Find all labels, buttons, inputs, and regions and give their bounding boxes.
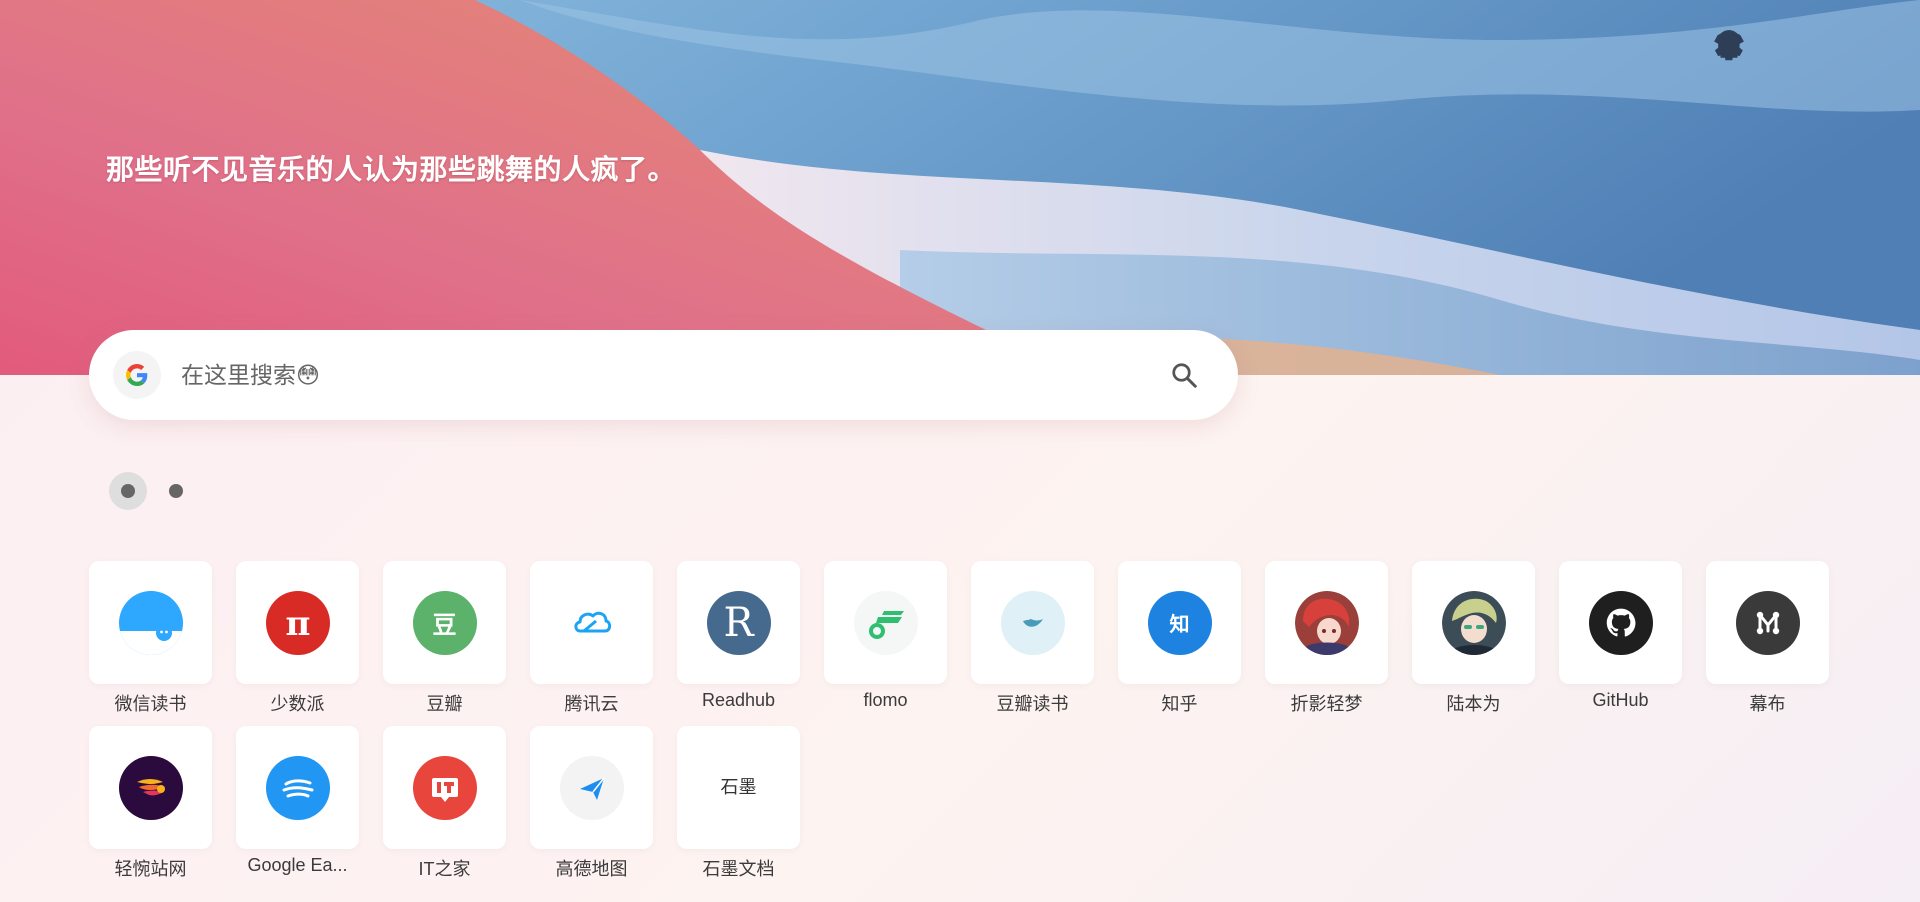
shortcut-sspai[interactable]: π 少数派 bbox=[236, 561, 359, 716]
shortcut-label: 石墨文档 bbox=[702, 859, 775, 879]
search-icon bbox=[1172, 363, 1197, 388]
shortcut-card bbox=[971, 561, 1094, 684]
shortcut-mubu[interactable]: 幕布 bbox=[1706, 561, 1829, 716]
shortcut-label: 幕布 bbox=[1749, 694, 1786, 714]
shortcut-flomo[interactable]: flomo bbox=[824, 561, 947, 711]
shortcut-qingwan[interactable]: 轻惋站网 bbox=[89, 726, 212, 881]
google-icon bbox=[126, 364, 148, 386]
github-icon bbox=[1588, 590, 1653, 655]
shortcut-github[interactable]: GitHub bbox=[1559, 561, 1682, 711]
zhihu-icon: 知 bbox=[1147, 590, 1212, 655]
shortcut-tencent-cloud[interactable]: 腾讯云 bbox=[530, 561, 653, 716]
sspai-icon: π bbox=[265, 590, 330, 655]
shortcut-amap[interactable]: 高德地图 bbox=[530, 726, 653, 881]
page-dot-2[interactable] bbox=[157, 472, 195, 510]
tips-button[interactable] bbox=[1718, 28, 1826, 70]
shortcut-label: 少数派 bbox=[270, 694, 325, 714]
shortcut-lubenwei[interactable]: 陆本为 bbox=[1412, 561, 1535, 716]
search-engine-switch[interactable] bbox=[113, 351, 161, 399]
amap-icon bbox=[559, 755, 624, 820]
shortcut-label: 豆瓣读书 bbox=[996, 694, 1069, 714]
shortcut-card: 豆 bbox=[383, 561, 506, 684]
shortcut-label: Google Ea... bbox=[247, 855, 348, 875]
shortcut-douban-book[interactable]: 豆瓣读书 bbox=[971, 561, 1094, 716]
settings-button[interactable] bbox=[1715, 28, 1898, 70]
shortcut-card bbox=[383, 726, 506, 849]
top-toolbar bbox=[1712, 28, 1898, 70]
flomo-icon bbox=[853, 590, 918, 655]
shortcut-card bbox=[1706, 561, 1829, 684]
shortcut-label: 陆本为 bbox=[1446, 694, 1501, 714]
google-earth-icon bbox=[265, 755, 330, 820]
search-bar bbox=[89, 330, 1238, 420]
shortcut-card: 知 bbox=[1118, 561, 1241, 684]
readhub-glyph: R bbox=[723, 599, 754, 646]
douban-icon: 豆 bbox=[412, 590, 477, 655]
shortcut-label: IT之家 bbox=[418, 859, 471, 879]
search-submit-button[interactable] bbox=[1154, 345, 1214, 405]
zheying-avatar-icon bbox=[1294, 590, 1359, 655]
shortcut-card bbox=[530, 561, 653, 684]
page-indicator bbox=[109, 472, 195, 510]
shortcut-zheying[interactable]: 折影轻梦 bbox=[1265, 561, 1388, 716]
qingwan-icon bbox=[118, 755, 183, 820]
shortcut-label: 知乎 bbox=[1161, 694, 1198, 714]
shortcut-card bbox=[89, 726, 212, 849]
shortcut-card bbox=[530, 726, 653, 849]
lubenwei-avatar-icon bbox=[1441, 590, 1506, 655]
svg-text:π: π bbox=[285, 604, 310, 644]
shortcut-label: GitHub bbox=[1592, 690, 1649, 710]
mubu-icon bbox=[1735, 590, 1800, 655]
shortcut-zhihu[interactable]: 知 知乎 bbox=[1118, 561, 1241, 716]
shortcut-ithome[interactable]: IT之家 bbox=[383, 726, 506, 881]
page-dot bbox=[169, 484, 183, 498]
shortcut-label: 折影轻梦 bbox=[1290, 694, 1363, 714]
shortcut-label: 腾讯云 bbox=[564, 694, 619, 714]
zhihu-glyph: 知 bbox=[1169, 614, 1190, 636]
shortcut-label: 轻惋站网 bbox=[114, 859, 187, 879]
shortcut-readhub[interactable]: R Readhub bbox=[677, 561, 800, 711]
shortcut-label: Readhub bbox=[701, 690, 776, 710]
shortcut-google-earth[interactable]: Google Ea... bbox=[236, 726, 359, 876]
search-input[interactable] bbox=[181, 345, 1154, 405]
shortcut-label: 豆瓣 bbox=[426, 694, 463, 714]
shimo-glyph: 石墨 bbox=[720, 777, 757, 798]
shortcut-card bbox=[1412, 561, 1535, 684]
douban-glyph: 豆 bbox=[432, 612, 457, 639]
page-dot bbox=[121, 484, 135, 498]
weread-icon bbox=[118, 590, 183, 655]
shortcut-card bbox=[89, 561, 212, 684]
shortcut-card bbox=[824, 561, 947, 684]
gear-icon bbox=[1715, 30, 1743, 61]
shortcut-card bbox=[1559, 561, 1682, 684]
shortcut-label: 微信读书 bbox=[114, 694, 187, 714]
shortcut-card bbox=[236, 726, 359, 849]
shortcut-label: flomo bbox=[863, 690, 908, 710]
douban-book-icon bbox=[1000, 590, 1065, 655]
ithome-icon bbox=[412, 755, 477, 820]
shortcut-douban[interactable]: 豆 豆瓣 bbox=[383, 561, 506, 716]
shortcut-card: π bbox=[236, 561, 359, 684]
shortcut-card: 石墨 bbox=[677, 726, 800, 849]
shortcut-card bbox=[1265, 561, 1388, 684]
hero-banner: 那些听不见音乐的人认为那些跳舞的人疯了。 bbox=[0, 0, 1920, 375]
shortcut-weread[interactable]: 微信读书 bbox=[89, 561, 212, 716]
shortcut-card: R bbox=[677, 561, 800, 684]
readhub-icon: R bbox=[706, 590, 771, 655]
page-dot-1[interactable] bbox=[109, 472, 147, 510]
tencent-cloud-icon bbox=[559, 590, 624, 655]
daily-quote: 那些听不见音乐的人认为那些跳舞的人疯了。 bbox=[106, 154, 677, 185]
shimo-icon: 石墨 bbox=[718, 755, 759, 820]
shortcut-shimo[interactable]: 石墨 石墨文档 bbox=[677, 726, 800, 881]
shortcut-label: 高德地图 bbox=[555, 859, 628, 879]
